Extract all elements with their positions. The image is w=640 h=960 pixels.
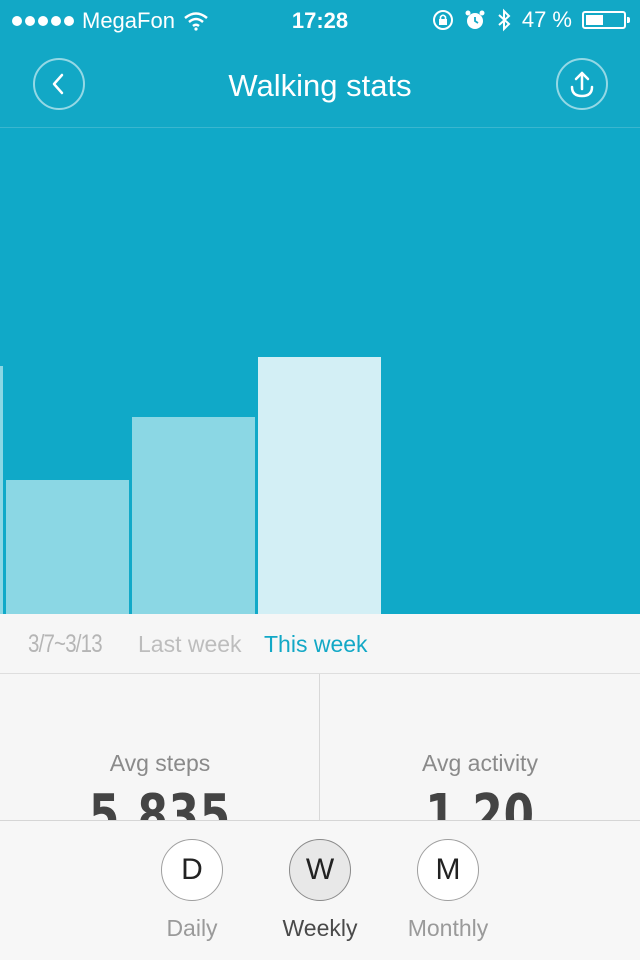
avg-activity-label: Avg activity — [422, 750, 538, 776]
weekly-tab-icon: W — [289, 839, 351, 901]
chart-bar[interactable] — [132, 417, 255, 614]
header: MegaFon 17:28 47 % Walking stats — [0, 0, 640, 128]
chart-bar[interactable] — [0, 366, 3, 614]
date-range-label: 3/7~3/13 — [28, 630, 103, 658]
share-button[interactable] — [556, 58, 608, 110]
page-title: Walking stats — [228, 68, 412, 103]
battery-level-fill — [586, 15, 603, 25]
upload-icon — [570, 71, 594, 98]
battery-icon — [582, 11, 630, 29]
weekly-steps-chart[interactable] — [0, 128, 640, 614]
last-week-link[interactable]: Last week — [138, 631, 242, 658]
tab-daily[interactable]: D Daily — [132, 839, 252, 942]
daily-tab-icon: D — [161, 839, 223, 901]
rotation-lock-icon — [432, 10, 453, 30]
avg-steps-label: Avg steps — [109, 750, 211, 776]
tab-monthly[interactable]: M Monthly — [388, 839, 508, 942]
this-week-link[interactable]: This week — [264, 631, 368, 658]
monthly-tab-label: Monthly — [407, 915, 489, 941]
walking-stats-screen: MegaFon 17:28 47 % Walking stats 3/7~3/1… — [0, 0, 640, 960]
weekly-tab-label: Weekly — [282, 915, 358, 941]
status-bar: MegaFon 17:28 47 % — [0, 0, 640, 40]
chart-bar[interactable] — [6, 480, 129, 614]
nav-bar: Walking stats — [0, 40, 640, 128]
period-row: 3/7~3/13 Last week This week — [0, 614, 640, 674]
battery-percent: 47 % — [521, 7, 572, 32]
chart-bar[interactable] — [258, 357, 381, 614]
status-right: 47 % — [432, 7, 630, 33]
tab-weekly[interactable]: W Weekly — [260, 839, 380, 942]
bluetooth-icon — [498, 8, 511, 32]
range-tab-bar: D Daily W Weekly M Monthly — [0, 820, 640, 960]
daily-tab-label: Daily — [166, 915, 218, 941]
alarm-icon — [465, 10, 485, 29]
monthly-tab-icon: M — [417, 839, 479, 901]
stats-panel: Avg steps 5,835 Avg activity 1 20 — [0, 674, 640, 848]
